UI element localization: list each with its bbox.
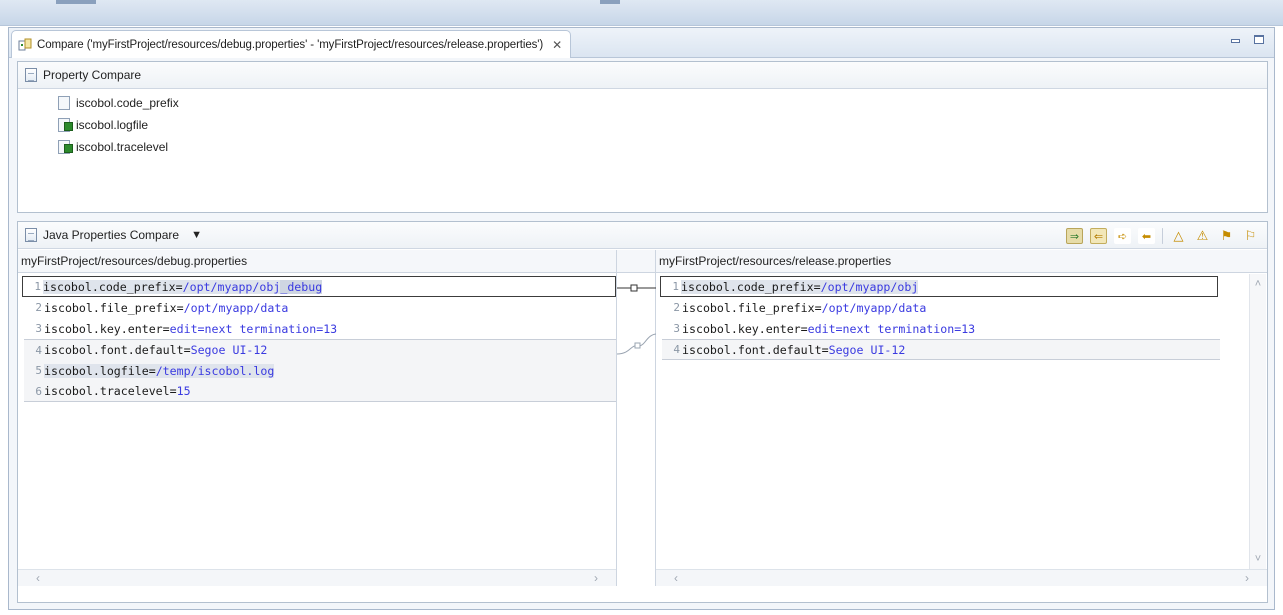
code-line[interactable]: 1 iscobol.code_prefix=/opt/myapp/obj _debu… [22,276,616,297]
viewer-menu-dropdown-icon[interactable]: ▼ [191,229,202,241]
compare-icon [18,38,32,50]
right-vertical-scrollbar[interactable]: ˄ ˅ [1249,274,1266,569]
toolbar-remnant [600,0,620,4]
code-line[interactable]: 5 iscobol.logfile=/temp/iscobol.log [24,360,616,381]
next-change-icon[interactable]: ⚑ [1218,228,1235,244]
code-line[interactable]: 3 iscobol.key.enter= edit=next termination… [662,318,1267,339]
scroll-right-icon[interactable]: › [1245,571,1249,585]
copy-all-right-to-left-icon[interactable]: ⇐ [1090,228,1107,244]
java-compare-title: Java Properties Compare [43,228,180,242]
close-tab-icon[interactable]: ✕ [552,38,562,52]
previous-change-icon[interactable]: ⚐ [1242,228,1259,244]
scroll-right-icon[interactable]: › [594,571,598,585]
code-line[interactable]: 6 iscobol.tracelevel= 15 [24,381,616,402]
document-icon [25,228,37,242]
tree-item-tracelevel[interactable]: iscobol.tracelevel [58,136,1267,158]
scroll-left-icon[interactable]: ‹ [36,571,40,585]
properties-added-icon [58,140,73,154]
left-file-pane: myFirstProject/resources/debug.propertie… [18,250,616,586]
property-compare-pane: Property Compare iscobol.code_prefix isc… [17,61,1268,213]
tree-item-label: iscobol.tracelevel [76,140,169,154]
copy-current-change-left-icon[interactable]: ⬅ [1138,228,1155,244]
left-file-path: myFirstProject/resources/debug.propertie… [18,250,616,273]
tree-item-label: iscobol.logfile [76,118,149,132]
property-compare-header: Property Compare [18,62,1267,89]
property-tree: iscobol.code_prefix iscobol.logfile isco… [18,89,1267,158]
java-compare-header: Java Properties Compare ▼ ⇒ ⇐ ➪ ⬅ △ ⚠ ⚑ … [18,222,1267,249]
right-file-pane: myFirstProject/resources/release.propert… [656,250,1267,586]
left-code-area[interactable]: 1 iscobol.code_prefix=/opt/myapp/obj _debu… [18,273,616,402]
java-properties-compare-pane: Java Properties Compare ▼ ⇒ ⇐ ➪ ⬅ △ ⚠ ⚑ … [17,221,1268,603]
tree-item-label: iscobol.code_prefix [76,96,179,110]
scroll-left-icon[interactable]: ‹ [674,571,678,585]
scroll-up-icon[interactable]: ˄ [1255,278,1261,290]
workbench-top-strip [0,0,1283,26]
property-compare-title: Property Compare [43,68,142,82]
code-line[interactable]: 3 iscobol.key.enter= edit=next termination… [24,318,616,339]
window-controls [1231,35,1264,44]
code-line[interactable]: 1 iscobol.code_prefix=/opt/myapp/obj [660,276,1218,297]
minimize-icon[interactable] [1231,38,1240,43]
code-line[interactable]: 4 iscobol.font.default= Segoe UI-12 [662,339,1220,360]
toolbar-separator [1162,228,1163,244]
toolbar-remnant [56,0,96,4]
gutter-header [617,250,655,273]
left-horizontal-scrollbar[interactable]: ‹ › [18,569,616,586]
right-file-path: myFirstProject/resources/release.propert… [656,250,1267,273]
copy-current-change-right-icon[interactable]: ➪ [1114,228,1131,244]
right-horizontal-scrollbar[interactable]: ‹ › [656,569,1267,586]
document-icon [25,68,37,82]
compare-toolbar: ⇒ ⇐ ➪ ⬅ △ ⚠ ⚑ ⚐ [1066,228,1259,244]
tree-item-logfile[interactable]: iscobol.logfile [58,114,1267,136]
properties-added-icon [58,118,73,132]
editor-tab-title: Compare ('myFirstProject/resources/debug… [37,38,544,51]
tree-item-code-prefix[interactable]: iscobol.code_prefix [58,92,1267,114]
maximize-icon[interactable] [1254,35,1264,44]
copy-all-left-to-right-icon[interactable]: ⇒ [1066,228,1083,244]
compare-editor-tab[interactable]: Compare ('myFirstProject/resources/debug… [11,30,572,58]
code-line[interactable]: 2 iscobol.file_prefix=/opt/myapp/data [662,297,1267,318]
compare-editor: Compare ('myFirstProject/resources/debug… [8,27,1275,610]
scroll-down-icon[interactable]: ˅ [1255,553,1261,565]
editor-tab-bar: Compare ('myFirstProject/resources/debug… [9,28,1274,58]
next-difference-icon[interactable]: △ [1170,228,1187,244]
properties-file-icon [58,96,70,110]
previous-difference-icon[interactable]: ⚠ [1194,228,1211,244]
right-code-area[interactable]: 1 iscobol.code_prefix=/opt/myapp/obj 2 isc… [656,273,1267,360]
code-line[interactable]: 2 iscobol.file_prefix=/opt/myapp/data [24,297,616,318]
diff-connector-gutter [616,250,657,586]
code-line[interactable]: 4 iscobol.font.default= Segoe UI-12 [24,339,616,360]
diff-connector-lines [617,284,657,355]
